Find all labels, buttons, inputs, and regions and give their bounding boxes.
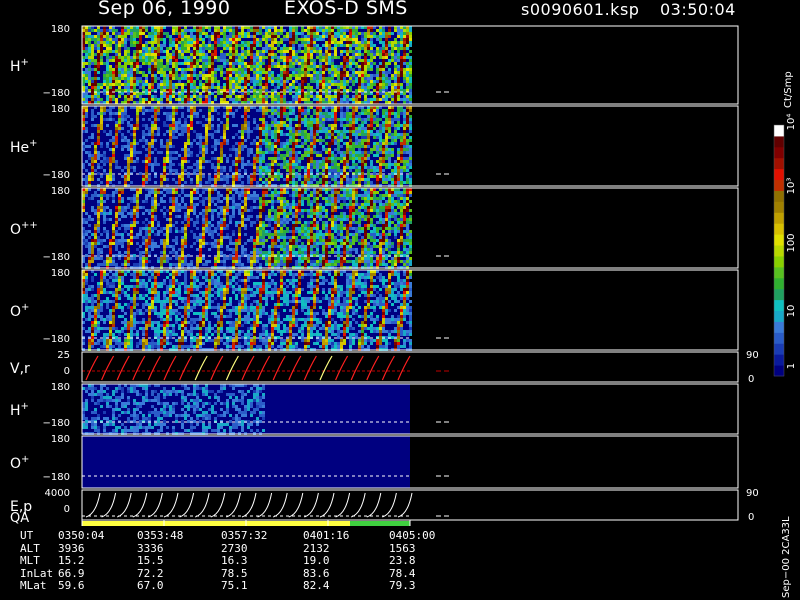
colorbar-tick: 10⁴ (786, 114, 797, 131)
right-axis-top: 90 (746, 350, 759, 361)
y-min-label: 0 (64, 366, 70, 377)
panel-label: O++ (10, 220, 38, 238)
colorbar-tick: 10 (786, 305, 797, 318)
plot-title: EXOS-D SMS (284, 0, 408, 19)
y-min-label: −180 (43, 252, 70, 263)
y-min-label: −180 (43, 334, 70, 345)
colorbar-swatch (774, 365, 784, 377)
colorbar-swatch (774, 332, 784, 344)
table-cell: 0401:16 (303, 529, 350, 542)
panel-1: He+ 180 −180 (10, 104, 739, 187)
colorbar-swatch (774, 168, 784, 181)
table-cell: 16.3 (221, 554, 248, 567)
table-cell: 15.2 (58, 554, 85, 567)
y-min-label: −180 (43, 418, 70, 429)
colorbar-swatch (774, 179, 784, 191)
panel-6: O+ 180 −180 (10, 434, 739, 489)
right-axis-top: 90 (746, 488, 759, 499)
y-max-label: 4000 (45, 488, 70, 499)
panel-label: O+ (10, 302, 29, 320)
y-max-label: 180 (51, 382, 70, 393)
right-axis-bottom: 0 (748, 374, 754, 385)
panel-label: O+ (10, 454, 29, 472)
colorbar-swatch (774, 277, 784, 290)
colorbar-swatch (774, 146, 784, 159)
y-min-label: 0 (64, 504, 70, 515)
vr-curves (82, 355, 452, 381)
panel-label: He+ (10, 138, 38, 156)
table-cell: 82.4 (303, 579, 330, 592)
colorbar-swatch (774, 212, 784, 224)
colorbar-swatch (774, 354, 784, 366)
panel-4: V,r 25 0 90 0 (10, 350, 759, 385)
colorbar-swatch (774, 201, 784, 213)
y-max-label: 180 (51, 24, 70, 35)
qa-bar-green (350, 521, 410, 526)
table-cell: 23.8 (389, 554, 416, 567)
plot-time: 03:50:04 (660, 0, 736, 19)
colorbar-tick: 100 (786, 233, 797, 252)
colorbar-swatch (774, 299, 784, 312)
table-cell: 15.5 (137, 554, 164, 567)
colorbar-swatch (774, 190, 784, 202)
ep-curves (82, 492, 452, 518)
spectrogram-plot: H+ 180 −180 He+ 180 −180 O++ 180 −180 O+ 180 −180 V,… (10, 24, 797, 526)
colorbar-swatch (774, 245, 784, 257)
colorbar-swatch (774, 266, 784, 279)
table-cell: 0350:04 (58, 529, 105, 542)
colorbar-tick: 10³ (786, 178, 797, 195)
panel-0: H+ 180 −180 (10, 24, 739, 105)
colorbar-swatch (774, 310, 784, 322)
y-max-label: 180 (51, 104, 70, 115)
colorbar-swatch (774, 234, 784, 246)
table-cell: 0405:00 (389, 529, 436, 542)
panel-label: V,r (10, 361, 30, 377)
panel-label: H+ (10, 57, 29, 75)
panel-7: E,p40000900 (10, 488, 759, 523)
table-cell: 0353:48 (137, 529, 184, 542)
colorbar-unit: Ct/Smp (783, 71, 794, 108)
panel-label: H+ (10, 401, 29, 419)
table-cell: 79.3 (389, 579, 416, 592)
plot-date: Sep 06, 1990 (98, 0, 231, 19)
table-cell: 19.0 (303, 554, 330, 567)
colorbar-swatch (774, 343, 784, 355)
qa-bar-yellow (82, 521, 350, 526)
y-min-label: −180 (43, 88, 70, 99)
y-max-label: 180 (51, 434, 70, 445)
y-max-label: 25 (57, 350, 70, 361)
panel-2: O++ 180 −180 (10, 186, 739, 269)
colorbar-swatch (774, 255, 784, 268)
table-cell: 67.0 (137, 579, 164, 592)
colorbar-swatch (774, 321, 784, 333)
colorbar-tick: 1 (786, 363, 797, 369)
colorbar-swatch (774, 157, 784, 170)
y-min-label: −180 (43, 472, 70, 483)
colorbar-swatch (774, 125, 784, 137)
side-label: Sep−00 2CA33L (781, 516, 792, 598)
y-max-label: 180 (51, 268, 70, 279)
table-row-label: MLT (20, 554, 40, 567)
table-row-label: MLat (20, 579, 47, 592)
panel-5: H+ 180 −180 (10, 382, 739, 435)
file-name: s0090601.ksp (521, 0, 640, 19)
y-max-label: 180 (51, 186, 70, 197)
colorbar: 1 10 100 10³ 10⁴ (773, 114, 797, 377)
table-row-label: UT (20, 529, 34, 542)
colorbar-swatch (774, 135, 784, 148)
colorbar-swatch (774, 223, 784, 235)
table-cell: 75.1 (221, 579, 248, 592)
qa-label: QA (10, 511, 29, 526)
colorbar-swatch (774, 288, 784, 301)
panel-3: O+ 180 −180 (10, 268, 739, 351)
table-cell: 0357:32 (221, 529, 268, 542)
y-min-label: −180 (43, 170, 70, 181)
right-axis-bottom: 0 (748, 512, 754, 523)
table-cell: 59.6 (58, 579, 85, 592)
